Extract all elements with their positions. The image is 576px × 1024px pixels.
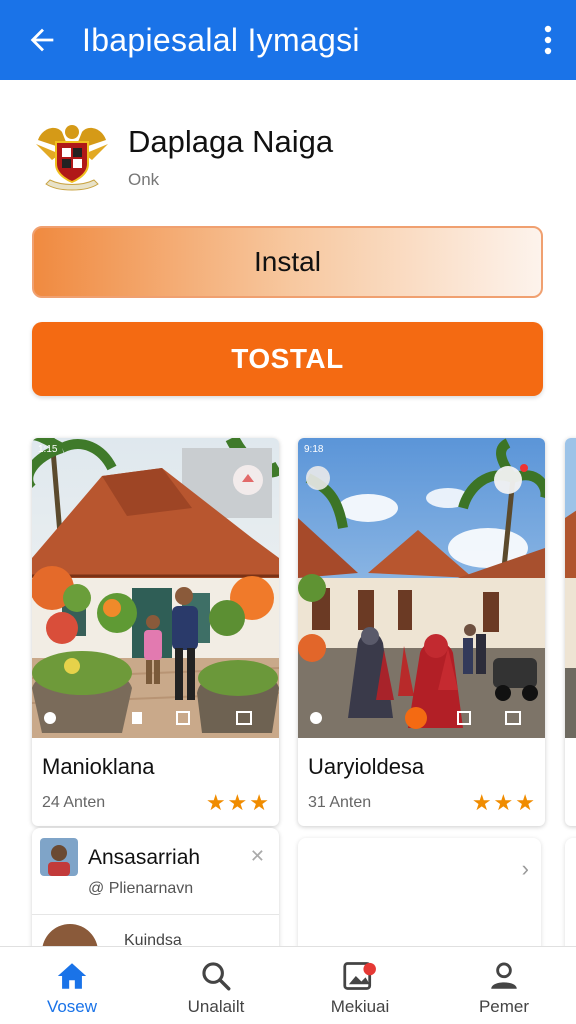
list-item-title: Ansasarriah: [88, 846, 201, 869]
card-meta: 31 Anten: [308, 794, 372, 811]
app-subtitle: Onk: [128, 170, 160, 189]
divider: [32, 914, 279, 915]
gallery-card-1[interactable]: 1:15 Manioklana 24 Anten ★★★: [32, 438, 279, 826]
app-name: Daplaga Naiga: [128, 124, 334, 159]
avatar: [40, 838, 78, 876]
nav-label: Pemer: [478, 997, 530, 1016]
nav-label: Mekiuai: [330, 997, 390, 1016]
chevron-right-icon: ›: [521, 856, 529, 881]
nav-item-search[interactable]: Unalailt: [144, 947, 288, 1024]
close-icon[interactable]: ✕: [250, 846, 265, 867]
card-title: Uaryioldesa: [308, 754, 425, 779]
list-item-3-peek[interactable]: [565, 838, 576, 958]
star-rating: ★★★: [471, 790, 537, 815]
garuda-emblem-icon: [36, 125, 108, 191]
card-photo-2: 9:18: [298, 438, 545, 738]
svg-text:1:15: 1:15: [38, 444, 58, 455]
card-photo-1: 1:15: [32, 438, 279, 738]
gallery-card-2[interactable]: 9:18 Uaryioldesa 31 Anten ★★★: [298, 438, 545, 826]
nav-item-gallery[interactable]: Mekiuai: [288, 947, 432, 1024]
app-header: Daplaga Naiga Onk: [32, 118, 544, 198]
home-icon: [57, 963, 87, 989]
app-header-text: Daplaga Naiga Onk: [128, 118, 333, 198]
person-icon: [491, 962, 517, 989]
more-options-button[interactable]: [520, 0, 576, 80]
list-item-1[interactable]: Ansasarriah @ Plienarnavn ✕ Kuindsa: [32, 828, 279, 958]
arrow-back-icon: [30, 28, 54, 52]
app-bar: Ibapiesalal Iymagsi: [0, 0, 576, 80]
nav-item-home[interactable]: Vosew: [0, 947, 144, 1024]
star-rating: ★★★: [205, 790, 271, 815]
back-button[interactable]: [12, 0, 72, 80]
svg-text:9:18: 9:18: [304, 444, 324, 455]
list-item-subtitle: @ Plienarnavn: [88, 880, 194, 897]
more-vert-icon: [544, 25, 552, 55]
nav-label: Unalailt: [187, 997, 245, 1016]
gallery-notification-icon: [343, 962, 376, 990]
list-item-2[interactable]: ›: [298, 838, 541, 958]
card-meta: 24 Anten: [42, 794, 106, 811]
search-icon: [202, 962, 231, 991]
install-button[interactable]: Instal: [32, 226, 543, 298]
primary-install-button[interactable]: TOSTAL: [32, 322, 543, 396]
card-title: Manioklana: [42, 754, 155, 779]
nav-label: Vosew: [46, 997, 98, 1016]
nav-item-profile[interactable]: Pemer: [432, 947, 576, 1024]
app-bar-title: Ibapiesalal Iymagsi: [82, 21, 360, 58]
gallery-card-3-peek[interactable]: [565, 438, 576, 826]
bottom-navigation: Vosew Unalailt Mekiuai Pemer: [0, 946, 576, 1024]
